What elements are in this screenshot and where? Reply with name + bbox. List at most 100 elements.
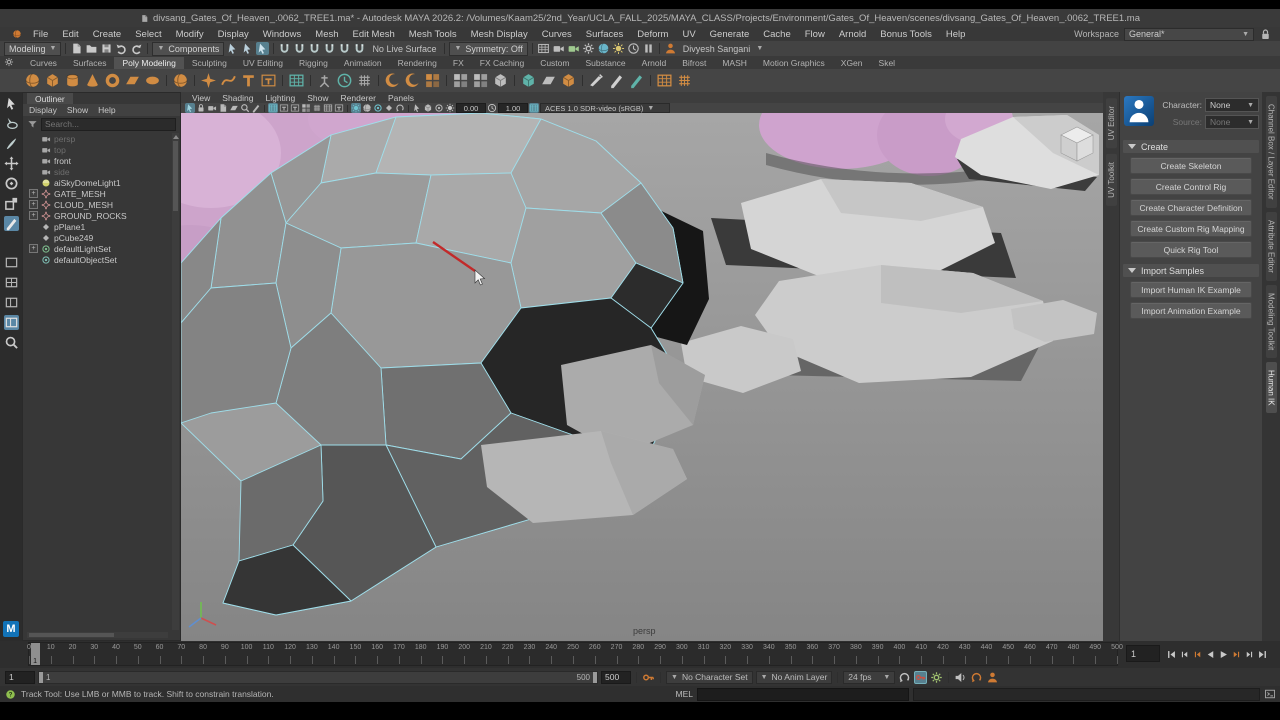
auto-keyframe-icon[interactable] <box>914 670 928 684</box>
step-forward-frame-button[interactable] <box>1244 649 1255 660</box>
undo-icon[interactable] <box>115 42 128 55</box>
safe-title-icon[interactable] <box>334 103 344 113</box>
anim-layer-dropdown[interactable]: ▼ No Anim Layer <box>755 670 833 684</box>
filter-icon[interactable] <box>27 119 38 130</box>
expand-icon[interactable]: + <box>29 200 38 209</box>
character-set-dropdown[interactable]: ▼ No Character Set <box>666 670 753 684</box>
shelf-tab-rigging[interactable]: Rigging <box>291 57 336 69</box>
two-d-pan-zoom-icon[interactable] <box>240 103 250 113</box>
rotate-tool[interactable] <box>4 176 19 191</box>
menu-cache[interactable]: Cache <box>756 29 797 40</box>
curve-warp-icon[interactable] <box>220 72 237 89</box>
character-dropdown[interactable]: None ▼ <box>1205 98 1259 112</box>
lighting-icon[interactable] <box>351 103 361 113</box>
platonic-solid-icon[interactable] <box>172 72 189 89</box>
step-back-key-button[interactable] <box>1192 649 1203 660</box>
quad-draw-icon[interactable] <box>628 72 645 89</box>
menu-mesh[interactable]: Mesh <box>308 29 345 40</box>
gamma-field[interactable]: 1.00 <box>498 103 528 113</box>
outliner-item-defaultLightSet[interactable]: + defaultLightSet <box>23 243 172 254</box>
menu-mesh-tools[interactable]: Mesh Tools <box>402 29 464 40</box>
render-setup-icon[interactable] <box>627 42 640 55</box>
new-scene-icon[interactable] <box>70 42 83 55</box>
type-tool-icon[interactable] <box>260 72 277 89</box>
shelf-tab-custom[interactable]: Custom <box>532 57 577 69</box>
bridge-icon[interactable] <box>540 72 557 89</box>
ipr-render-icon[interactable] <box>567 42 580 55</box>
menu-windows[interactable]: Windows <box>256 29 309 40</box>
menu-file[interactable]: File <box>26 29 55 40</box>
shelf-tab-mash[interactable]: MASH <box>714 57 755 69</box>
camera-attributes-icon[interactable] <box>207 103 217 113</box>
script-editor-icon[interactable] <box>1264 688 1276 700</box>
viewport-menu-view[interactable]: View <box>187 93 215 103</box>
snap-curve-icon[interactable] <box>293 42 306 55</box>
go-to-end-button[interactable] <box>1257 649 1268 660</box>
exposure-field[interactable]: 0.00 <box>456 103 486 113</box>
outliner-item-defaultObjectSet[interactable]: defaultObjectSet <box>23 254 172 265</box>
render-view-icon[interactable] <box>537 42 550 55</box>
last-tool-multi-cut[interactable] <box>3 216 19 231</box>
sync-playback-icon[interactable] <box>970 671 983 684</box>
create-control-rig-button[interactable]: Create Control Rig <box>1130 178 1252 195</box>
range-slider[interactable]: 1 500 <box>38 670 598 684</box>
animation-preferences-icon[interactable] <box>930 671 943 684</box>
subdiv-proxy-icon[interactable] <box>404 72 421 89</box>
select-hierarchy-icon[interactable] <box>226 42 239 55</box>
menu-surfaces[interactable]: Surfaces <box>579 29 631 40</box>
outliner-horizontal-scrollbar[interactable] <box>27 632 168 638</box>
menu-modify[interactable]: Modify <box>169 29 211 40</box>
create-character-definition-button[interactable]: Create Character Definition <box>1130 199 1252 216</box>
hypershade-icon[interactable] <box>597 42 610 55</box>
menu-bonus-tools[interactable]: Bonus Tools <box>873 29 939 40</box>
multi-cut-icon[interactable] <box>588 72 605 89</box>
poly-sphere-icon[interactable] <box>24 72 41 89</box>
import-animation-example-button[interactable]: Import Animation Example <box>1130 302 1252 319</box>
light-editor-icon[interactable] <box>612 42 625 55</box>
menu-flow[interactable]: Flow <box>798 29 832 40</box>
viewport-menu-lighting[interactable]: Lighting <box>260 93 300 103</box>
character-menu-icon[interactable] <box>986 671 999 684</box>
menu-help[interactable]: Help <box>939 29 973 40</box>
tab-channel-box-layer-editor[interactable]: Channel Box / Layer Editor <box>1265 96 1277 208</box>
color-space-dropdown[interactable]: ACES 1.0 SDR-video (sRGB) ▼ <box>540 103 670 113</box>
outliner-vertical-scrollbar[interactable] <box>172 133 179 630</box>
symmetry-dropdown[interactable]: ▼ Symmetry: Off <box>449 41 528 56</box>
playback-loop-icon[interactable] <box>898 671 911 684</box>
menu-set-dropdown[interactable]: Modeling ▼ <box>4 41 62 56</box>
menu-display[interactable]: Display <box>211 29 256 40</box>
combine-icon[interactable] <box>452 72 469 89</box>
set-key-icon[interactable] <box>642 671 655 684</box>
save-scene-icon[interactable] <box>100 42 113 55</box>
shelf-tab-bifrost[interactable]: Bifrost <box>674 57 714 69</box>
create-custom-rig-mapping-button[interactable]: Create Custom Rig Mapping <box>1130 220 1252 237</box>
poly-plane-icon[interactable] <box>124 72 141 89</box>
wireframe-on-shaded-icon[interactable] <box>434 103 444 113</box>
snap-grid-icon[interactable] <box>278 42 291 55</box>
scroll-up-icon[interactable] <box>172 135 179 139</box>
viewport-menu-shading[interactable]: Shading <box>217 93 258 103</box>
expand-icon[interactable]: + <box>29 189 38 198</box>
outliner-menu-display[interactable]: Display <box>29 105 57 115</box>
menu-edit-mesh[interactable]: Edit Mesh <box>346 29 402 40</box>
extrude-icon[interactable] <box>560 72 577 89</box>
pause-viewport-icon[interactable] <box>642 42 655 55</box>
mel-input[interactable] <box>697 687 909 701</box>
select-component-icon[interactable] <box>256 42 270 55</box>
home-icon[interactable] <box>12 29 22 39</box>
zoom-tool[interactable] <box>4 335 19 350</box>
smooth-icon[interactable] <box>384 72 401 89</box>
shelf-tab-xgen[interactable]: XGen <box>833 57 871 69</box>
viewport-canvas[interactable]: persp <box>181 113 1103 641</box>
humanik-character-icon[interactable] <box>1124 96 1154 126</box>
fps-dropdown[interactable]: 24 fps ▼ <box>843 670 896 684</box>
shelf-tab-surfaces[interactable]: Surfaces <box>65 57 115 69</box>
safe-action-icon[interactable] <box>323 103 333 113</box>
lock-icon[interactable] <box>1259 28 1272 41</box>
poly-disc-icon[interactable] <box>144 72 161 89</box>
bookmark-icon[interactable] <box>218 103 228 113</box>
select-camera-icon[interactable] <box>185 103 195 113</box>
user-account-icon[interactable] <box>664 42 677 55</box>
poly-text-icon[interactable] <box>240 72 257 89</box>
shadows-icon[interactable] <box>362 103 372 113</box>
